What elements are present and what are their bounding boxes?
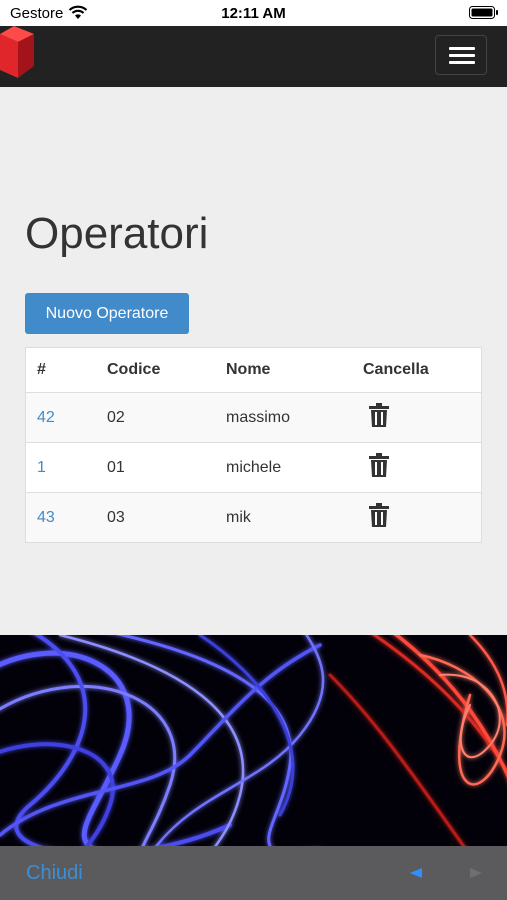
status-bar: Gestore 12:11 AM <box>0 0 507 26</box>
nome-cell: massimo <box>226 392 363 443</box>
close-button[interactable]: Chiudi <box>26 862 83 885</box>
column-header-nome: Nome <box>226 347 363 393</box>
clock: 12:11 AM <box>221 5 286 22</box>
codice-cell: 02 <box>107 392 226 443</box>
light-trails-background <box>0 635 507 846</box>
new-operator-button[interactable]: Nuovo Operatore <box>25 293 189 334</box>
nome-cell: mik <box>226 492 363 543</box>
trash-icon[interactable] <box>369 453 389 482</box>
codice-cell: 01 <box>107 442 226 493</box>
column-header-cancella: Cancella <box>363 347 482 393</box>
column-header-codice: Codice <box>107 347 226 393</box>
hamburger-menu-button[interactable] <box>435 35 487 75</box>
forward-arrow-icon[interactable] <box>468 866 484 885</box>
operator-id-link[interactable]: 43 <box>37 509 55 526</box>
operator-id-link[interactable]: 1 <box>37 459 46 476</box>
page-title: Operatori <box>25 209 209 258</box>
nome-cell: michele <box>226 442 363 493</box>
bottom-toolbar: Chiudi <box>0 846 507 900</box>
back-arrow-icon[interactable] <box>408 866 424 885</box>
table-row: 1 01 michele <box>25 442 482 493</box>
table-row: 43 03 mik <box>25 492 482 543</box>
top-navbar <box>0 26 507 87</box>
logo-cube-icon[interactable] <box>0 26 36 87</box>
hamburger-menu-icon <box>449 47 475 50</box>
table-row: 42 02 massimo <box>25 392 482 443</box>
codice-cell: 03 <box>107 492 226 543</box>
trash-icon[interactable] <box>369 403 389 432</box>
operator-id-link[interactable]: 42 <box>37 409 55 426</box>
column-header-id: # <box>25 347 107 393</box>
trash-icon[interactable] <box>369 503 389 532</box>
main-content: Operatori Nuovo Operatore # Codice Nome … <box>0 87 507 635</box>
battery-icon <box>469 5 499 25</box>
operators-table: # Codice Nome Cancella 42 02 massimo 1 0… <box>25 347 482 543</box>
